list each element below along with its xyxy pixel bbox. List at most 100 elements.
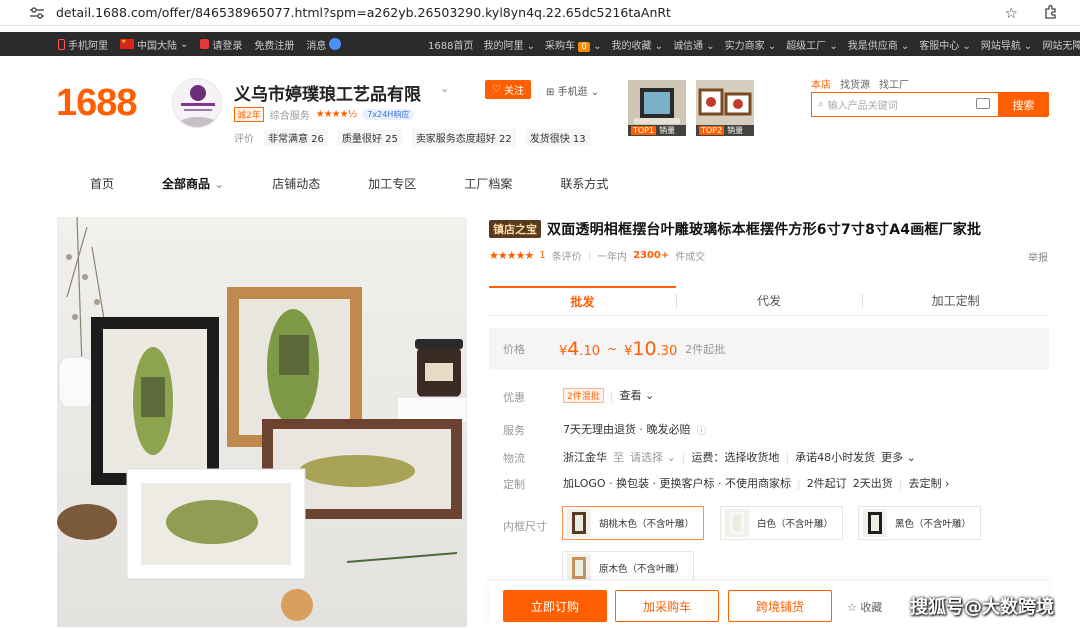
top-product-tag: TOP2 销量 <box>696 125 754 136</box>
score-tag: 卖家服务态度超好 22 <box>411 129 516 146</box>
price-tilde: ~ <box>607 342 618 356</box>
promo-view-link[interactable]: 查看 ⌄ <box>619 387 654 403</box>
search-tab-source[interactable]: 找货源 <box>840 76 870 91</box>
tab-custom[interactable]: 加工定制 <box>862 286 1049 315</box>
logistics-shipping: 运费：选择收货地 <box>691 451 780 464</box>
sold-count: 2300+ <box>633 250 670 261</box>
report-link[interactable]: 举报 <box>1028 249 1048 264</box>
topnav-home[interactable]: 1688首页 <box>428 37 473 52</box>
logistics-destination-select[interactable]: 请选择 ⌄ <box>630 449 676 465</box>
top-product-1[interactable]: TOP1 销量 <box>628 80 686 136</box>
phone-icon <box>58 38 65 50</box>
region-selector[interactable]: 中国大陆⌄ <box>120 37 188 52</box>
search-tab-shop[interactable]: 本店 <box>811 76 831 91</box>
promo-tag: 2件混批 <box>563 387 604 403</box>
login-link[interactable]: 请登录 <box>200 37 242 52</box>
nav-processing[interactable]: 加工专区 <box>368 175 416 192</box>
site-logo[interactable]: 1688 <box>56 82 138 125</box>
nav-all-products[interactable]: 全部商品 ⌄ <box>162 175 224 192</box>
nav-contact[interactable]: 联系方式 <box>560 175 608 192</box>
topnav-chengxintong[interactable]: 诚信通 ⌄ <box>673 37 715 52</box>
mobile-alibaba-link[interactable]: 手机阿里 <box>58 37 108 52</box>
topnav-strong-merchants[interactable]: 实力商家 ⌄ <box>725 37 777 52</box>
service-value[interactable]: 7天无理由退货 · 晚发必赔 <box>563 421 691 437</box>
mobile-view-label: 手机逛 <box>557 87 588 98</box>
add-to-cart-button[interactable]: 加采购车 <box>615 590 719 622</box>
topnav-accessibility[interactable]: 网站无障碍 <box>1042 37 1080 52</box>
logistics-from: 浙江金华 <box>563 451 607 464</box>
search-tab-factory[interactable]: 找工厂 <box>879 76 909 91</box>
region-label: 中国大陆 <box>137 40 177 52</box>
cross-border-button[interactable]: 跨境铺货 <box>728 590 832 622</box>
sku-option-walnut[interactable]: 胡桃木色（不含叶雕） <box>562 506 704 540</box>
product-title: 双面透明相框摆台叶雕玻璃标本框摆件方形6寸7寸8寸A4画框厂家批 <box>547 222 982 238</box>
score-tag: 非常满意 26 <box>264 129 328 146</box>
topnav-service-center[interactable]: 客服中心 ⌄ <box>919 37 971 52</box>
custom-moq: 2件起订 <box>806 477 847 490</box>
nav-all-products-label: 全部商品 <box>162 177 211 191</box>
favorite-button[interactable]: ☆ 收藏 <box>847 599 882 615</box>
shop-chevron-icon[interactable]: ⌄ <box>440 82 449 95</box>
top-label: 销量 <box>659 126 676 135</box>
price-label: 价格 <box>503 343 525 356</box>
service-row-label: 服务 <box>503 424 525 437</box>
nav-home[interactable]: 首页 <box>90 175 114 192</box>
score-tag: 质量很好 25 <box>337 129 402 146</box>
topnav-favorites-label: 我的收藏 <box>611 40 652 52</box>
extensions-icon[interactable] <box>1044 4 1058 19</box>
topnav-cart[interactable]: 采购车 0 ⌄ <box>545 37 602 52</box>
tab-dropship[interactable]: 代发 <box>675 286 863 315</box>
service-247-badge: 7x24H响应 <box>362 109 415 120</box>
mobile-view-link[interactable]: ⊞ 手机逛 ⌄ <box>546 83 599 98</box>
browser-address-bar[interactable]: detail.1688.com/offer/846538965077.html?… <box>0 0 1080 26</box>
divider: | <box>681 450 686 464</box>
product-main-image[interactable] <box>57 217 467 627</box>
topnav-supplier-label: 我是供应商 <box>847 40 898 52</box>
url-text[interactable]: detail.1688.com/offer/846538965077.html?… <box>56 5 671 20</box>
search-input[interactable]: ⌕ 输入产品关键词 <box>811 92 998 117</box>
info-icon[interactable]: ⓘ <box>697 422 707 437</box>
favorite-label: 收藏 <box>860 601 883 614</box>
camera-icon[interactable] <box>976 98 990 109</box>
register-link[interactable]: 免费注册 <box>254 37 294 52</box>
mobile-label: 手机阿里 <box>68 40 108 52</box>
topnav-supplier[interactable]: 我是供应商 ⌄ <box>848 37 910 52</box>
nav-factory-profile[interactable]: 工厂档案 <box>464 175 512 192</box>
sku-thumb <box>567 509 591 537</box>
sku-option-black[interactable]: 黑色（不含叶雕） <box>858 506 981 540</box>
shop-name[interactable]: 义乌市婷璞琅工艺品有限 <box>234 80 421 105</box>
member-years-badge: 诚2年 <box>234 107 264 122</box>
custom-link[interactable]: 去定制 › <box>908 475 949 491</box>
topnav-favorites[interactable]: 我的收藏 ⌄ <box>612 37 664 52</box>
tab-wholesale[interactable]: 批发 <box>489 286 676 315</box>
order-now-button[interactable]: 立即订购 <box>503 590 607 622</box>
user-bag-icon <box>200 39 210 49</box>
logistics-more-link[interactable]: 更多 ⌄ <box>881 449 916 465</box>
nav-shop-news[interactable]: 店铺动态 <box>272 175 320 192</box>
messages-link[interactable]: 消息 <box>306 37 342 52</box>
shop-avatar[interactable] <box>172 78 222 128</box>
sku-option-white[interactable]: 白色（不含叶雕） <box>720 506 843 540</box>
price-low: ¥4.10 <box>559 338 600 360</box>
topnav-super-factory[interactable]: 超级工厂 ⌄ <box>786 37 838 52</box>
search-button[interactable]: 搜索 <box>998 92 1049 117</box>
promo-label: 优惠 <box>503 391 525 404</box>
min-order: 2件起批 <box>685 343 726 356</box>
top-product-2[interactable]: TOP2 销量 <box>696 80 754 136</box>
divider: | <box>898 476 903 490</box>
qrcode-icon: ⊞ <box>546 87 555 98</box>
logistics-label: 物流 <box>503 452 525 465</box>
reviews-count[interactable]: 1 <box>539 250 545 261</box>
follow-button[interactable]: ♡ 关注 <box>485 80 531 99</box>
logistics-to: 至 <box>613 451 624 464</box>
topnav-cart-label: 采购车 <box>545 40 576 52</box>
site-settings-icon[interactable] <box>28 6 46 20</box>
shop-meta: 诚2年 综合服务 ★★★★½ 7x24H响应 <box>234 107 415 122</box>
watermark: 搜狐号@大数跨境 <box>910 597 1054 618</box>
search-placeholder: 输入产品关键词 <box>827 101 898 112</box>
topnav-site-nav[interactable]: 网站导航 ⌄ <box>981 37 1033 52</box>
shop-scores: 评价 非常满意 26 质量很好 25 卖家服务态度超好 22 发货很快 13 <box>234 129 590 146</box>
topnav-my-alibaba[interactable]: 我的阿里 ⌄ <box>483 37 535 52</box>
sku-label: 白色（不含叶雕） <box>757 519 834 530</box>
bookmark-star-icon[interactable]: ☆ <box>1005 4 1018 22</box>
